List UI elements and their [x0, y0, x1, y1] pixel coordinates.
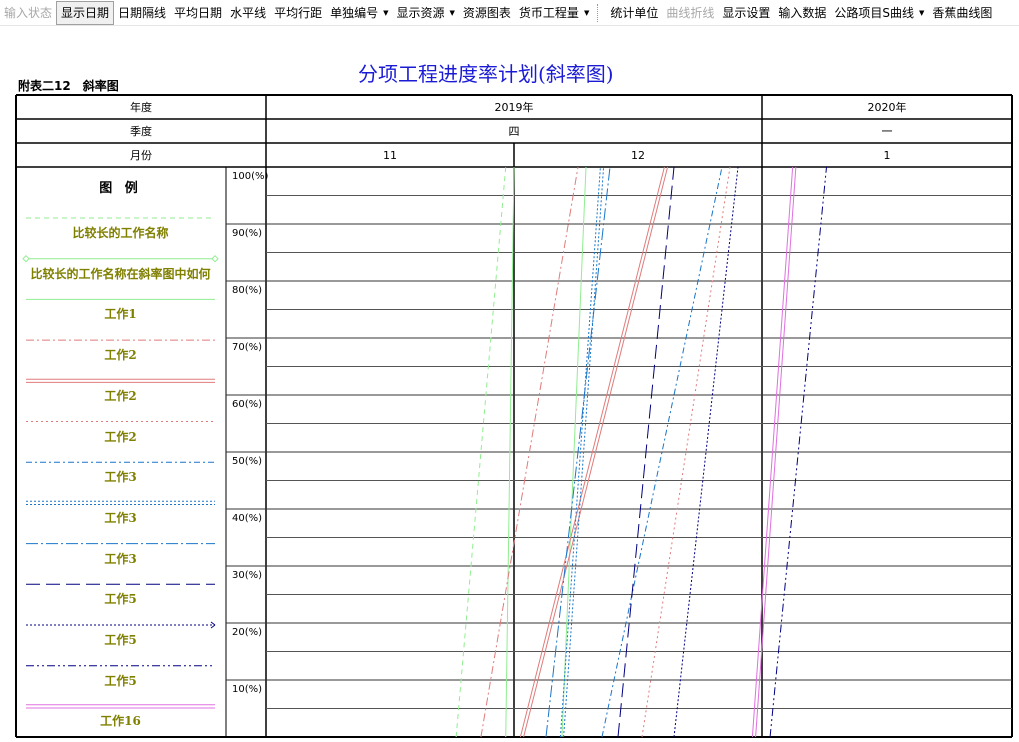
legend-marker	[211, 254, 219, 263]
y-tick-label: 10(%)	[232, 684, 263, 695]
year-2020: 2020年	[867, 101, 907, 114]
quarter-four: 四	[508, 125, 520, 138]
y-tick-label: 60(%)	[232, 399, 263, 410]
legend-item-label: 工作3	[104, 510, 137, 525]
legend-title: 图 例	[99, 181, 142, 196]
y-tick-label: 30(%)	[232, 570, 263, 581]
year-2019: 2019年	[494, 101, 534, 114]
quarter-one: 一	[881, 125, 893, 138]
legend-item-label: 工作5	[104, 592, 137, 607]
legend-item-label: 工作5	[104, 633, 137, 647]
month-1: 1	[883, 148, 891, 162]
legend-item-label: 比较长的工作名称	[72, 226, 169, 240]
legend-item-label: 工作1	[104, 307, 137, 322]
y-tick-label: 40(%)	[232, 513, 263, 524]
legend-item-label: 工作2	[104, 388, 137, 403]
y-tick-label: 100(%)	[232, 171, 269, 182]
row-label-month: 月份	[130, 149, 152, 162]
legend-item-label: 工作2	[104, 348, 137, 363]
y-tick-label: 90(%)	[232, 228, 263, 239]
row-label-quarter: 季度	[130, 125, 152, 138]
legend-item-label: 工作3	[104, 470, 137, 485]
legend-item-label: 工作5	[104, 673, 137, 688]
y-tick-label: 70(%)	[232, 342, 263, 353]
y-tick-label: 50(%)	[232, 456, 263, 467]
legend-item-label: 工作2	[104, 429, 137, 444]
month-12: 12	[631, 148, 645, 162]
y-tick-label: 80(%)	[232, 285, 263, 296]
legend-item-label: 工作3	[104, 551, 137, 566]
month-11: 11	[383, 148, 397, 162]
y-tick-label: 20(%)	[232, 627, 263, 638]
legend-item-label: 比较长的工作名称在斜率图中如何	[30, 266, 211, 281]
row-label-year: 年度	[130, 101, 152, 114]
legend-item-label: 工作16	[100, 714, 141, 729]
legend-marker	[22, 254, 30, 263]
